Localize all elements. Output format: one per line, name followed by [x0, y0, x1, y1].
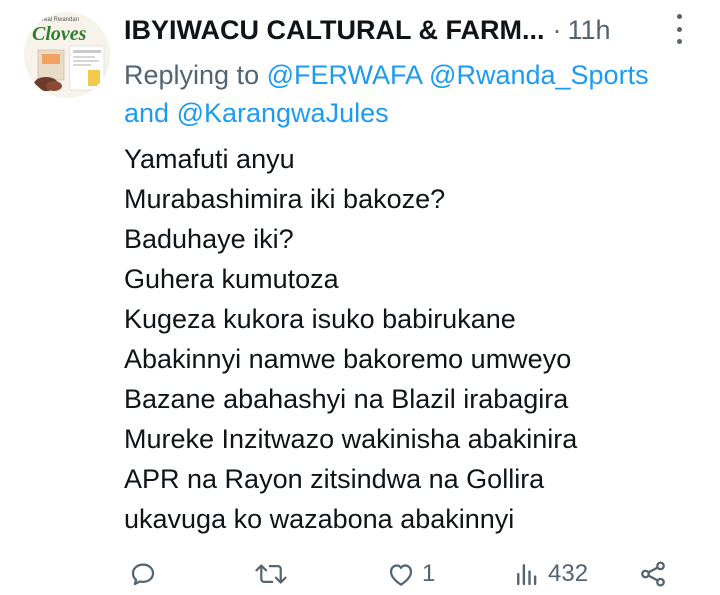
views-count: 432 — [548, 560, 589, 587]
like-icon — [389, 564, 413, 586]
reply-icon — [131, 563, 155, 586]
reply-button[interactable] — [128, 554, 158, 594]
tweet-text-line: Bazane abahashyi na Blazil irabagira — [124, 384, 569, 414]
more-options-icon[interactable] — [670, 14, 688, 44]
tweet-text-line: Abakinnyi namwe bakoremo umweyo — [124, 344, 572, 374]
mention-and[interactable]: and — [124, 98, 169, 128]
mention-link[interactable]: @Rwanda_Sports — [429, 60, 649, 90]
share-button[interactable] — [638, 554, 668, 594]
separator-dot: · — [552, 14, 562, 45]
avatar[interactable]: The real Rwandan Cloves — [24, 12, 110, 98]
views-button[interactable]: 432 — [512, 554, 588, 594]
tweet-text-line: ukavuga ko wazabona abakinnyi — [124, 504, 515, 534]
cloves-logo-image: The real Rwandan Cloves — [24, 12, 110, 98]
tweet-text-line: Kugeza kukora isuko babirukane — [124, 304, 516, 334]
tweet-text-line: Guhera kumutoza — [124, 264, 339, 294]
views-icon — [517, 564, 537, 586]
tweet-header: IBYIWACU CALTURAL & FARM... · 11h — [124, 12, 694, 48]
tweet-text-line: Murabashimira iki bakoze? — [124, 184, 446, 214]
tweet-text-line: Mureke Inzitwazo wakinisha abakinira — [124, 424, 578, 454]
retweet-icon — [255, 564, 287, 584]
replying-to: Replying to @FERWAFA @Rwanda_Sportsand @… — [124, 56, 704, 132]
tweet-text-line: Yamafuti anyu — [124, 144, 295, 174]
tweet-text-line: Baduhaye iki? — [124, 224, 294, 254]
like-count: 1 — [422, 560, 436, 587]
tweet-actions: 1 432 — [124, 554, 684, 594]
svg-text:Cloves: Cloves — [32, 23, 87, 45]
tweet-text-line: APR na Rayon zitsindwa na Gollira — [124, 464, 545, 494]
retweet-button[interactable] — [254, 554, 288, 594]
mention-link[interactable]: @KarangwaJules — [177, 98, 389, 128]
like-button[interactable]: 1 — [386, 554, 435, 594]
timestamp[interactable]: 11h — [567, 15, 610, 46]
replying-to-label: Replying to — [124, 60, 267, 90]
tweet-body: Yamafuti anyu Murabashimira iki bakoze? … — [124, 139, 704, 539]
share-icon — [641, 561, 665, 587]
mention-link[interactable]: @FERWAFA — [267, 60, 422, 90]
author-name[interactable]: IBYIWACU CALTURAL & FARM... — [124, 15, 544, 46]
